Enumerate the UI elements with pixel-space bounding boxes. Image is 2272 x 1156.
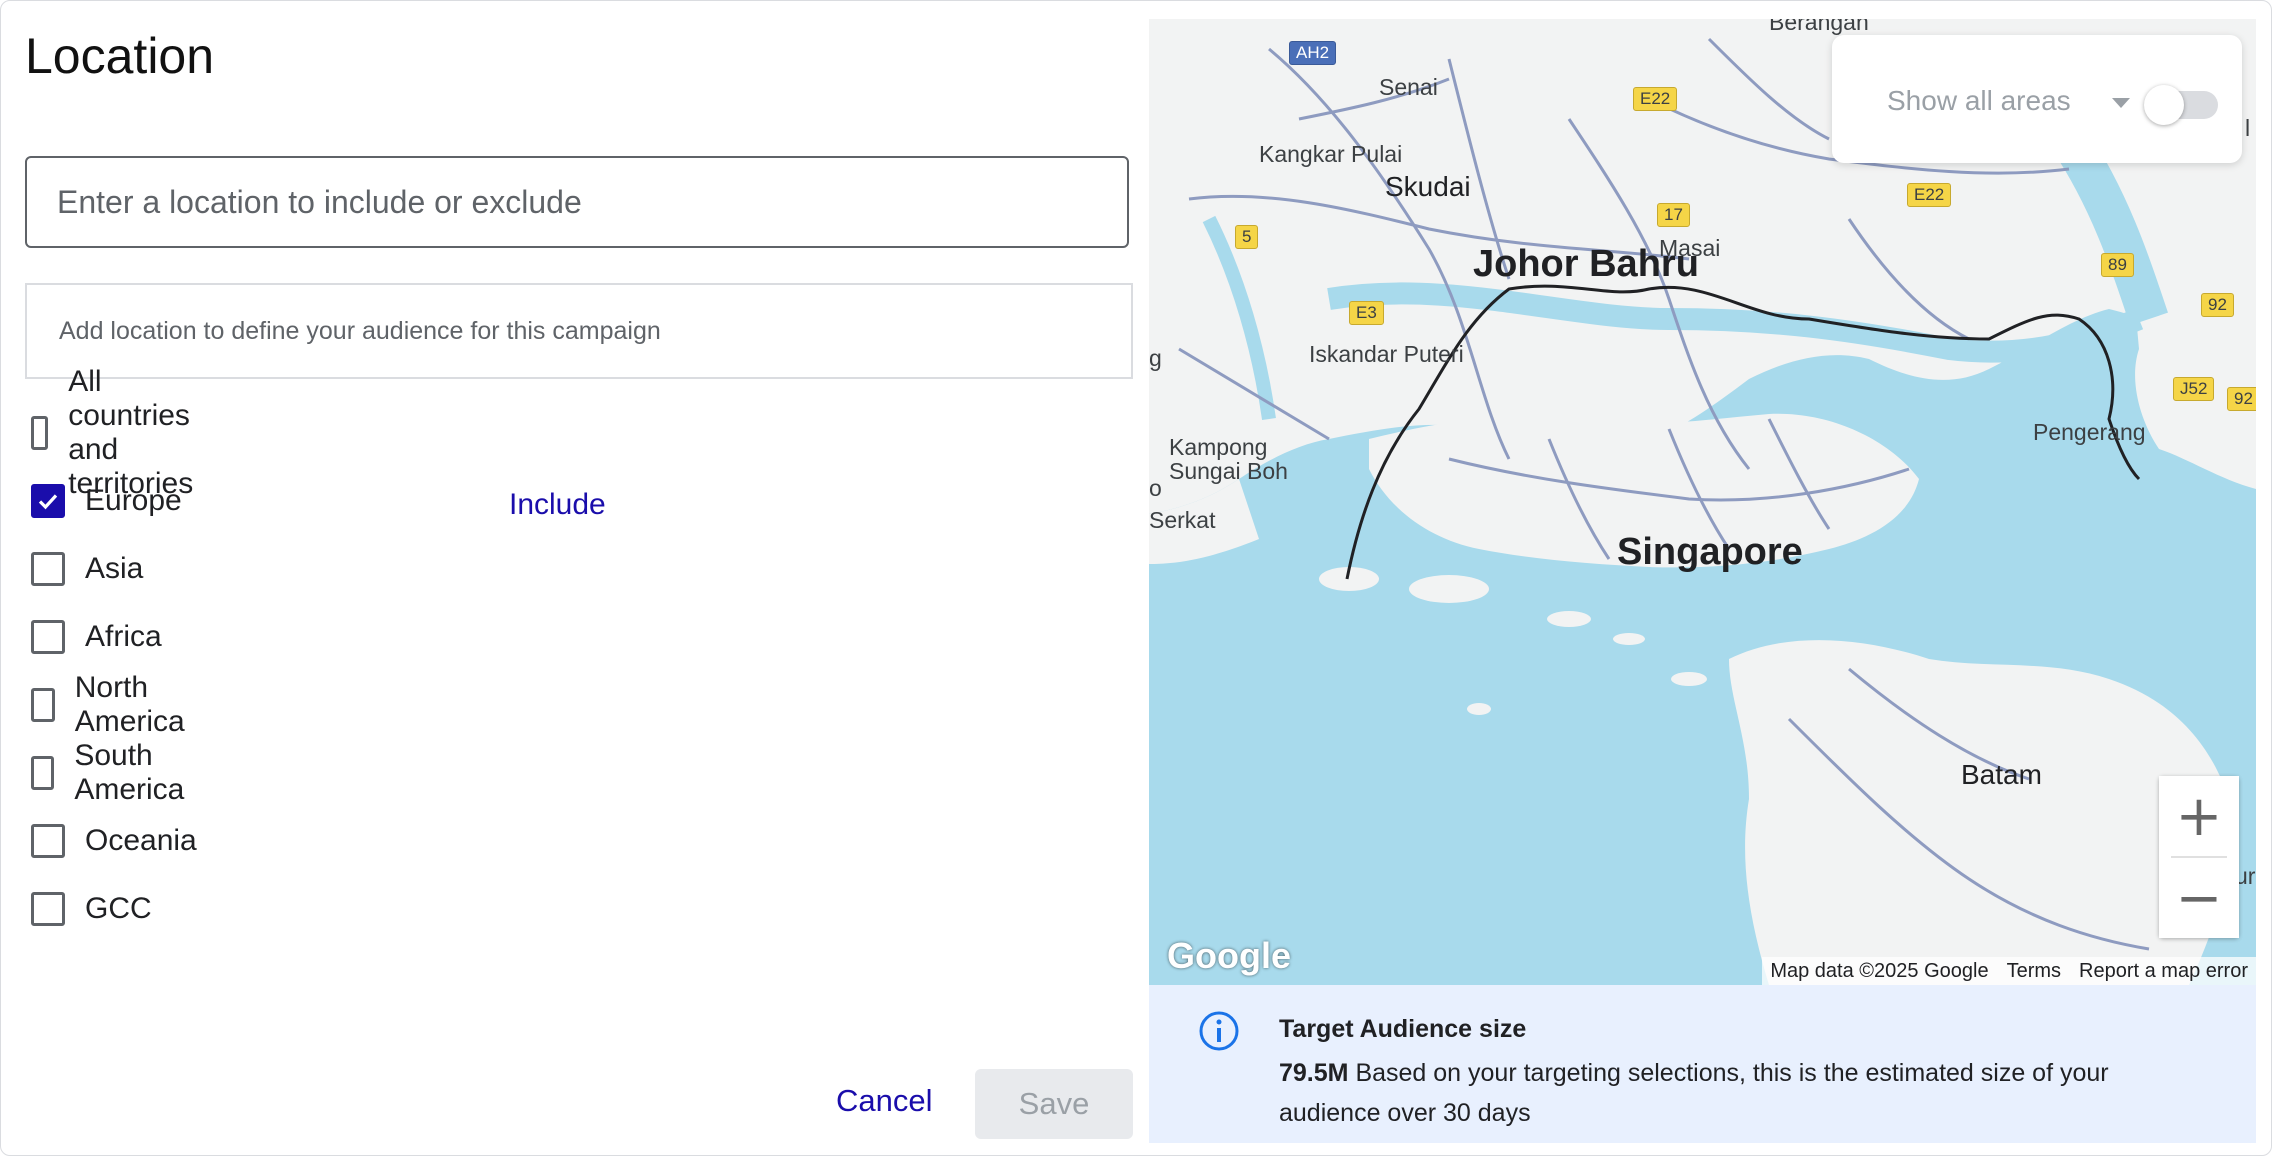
terms-link[interactable]: Terms — [2007, 960, 2061, 983]
location-hint-text: Add location to define your audience for… — [59, 316, 661, 345]
checkbox-checked[interactable] — [31, 484, 65, 518]
region-item-south-america[interactable]: South America — [31, 739, 195, 806]
include-status-link[interactable]: Include — [509, 488, 606, 522]
region-label: Africa — [85, 620, 162, 653]
checkbox[interactable] — [31, 892, 65, 926]
location-dialog: Location Add location to define your aud… — [0, 0, 2272, 1156]
show-areas-dropdown[interactable]: Show all areas — [1887, 85, 2071, 117]
checkbox[interactable] — [31, 416, 49, 450]
zoom-in-button[interactable]: + — [2159, 776, 2239, 856]
highway-shield: 92 — [2227, 387, 2256, 411]
audience-explanation: Based on your targeting selections, this… — [1279, 1059, 2109, 1127]
region-item-africa[interactable]: Africa — [31, 612, 162, 662]
map-label: Serkat — [1149, 507, 1216, 533]
audience-size-value: 79.5M — [1279, 1059, 1349, 1087]
zoom-out-button[interactable]: − — [2159, 858, 2239, 938]
highway-shield: 17 — [1657, 203, 1690, 227]
audience-title: Target Audience size — [1279, 1015, 1527, 1043]
island — [1547, 611, 1591, 627]
map-attribution: Map data ©2025 Google Terms Report a map… — [1762, 957, 2256, 985]
checkbox[interactable] — [31, 756, 55, 790]
map-label: Senai — [1379, 74, 1438, 100]
map-label: Iskandar Puteri — [1309, 341, 1464, 367]
checkbox[interactable] — [31, 620, 65, 654]
location-search-input[interactable] — [25, 156, 1129, 248]
cancel-button[interactable]: Cancel — [836, 1083, 933, 1119]
dialog-title: Location — [25, 28, 215, 84]
show-areas-panel: Show all areas — [1832, 35, 2242, 163]
highway-shield: 5 — [1235, 225, 1259, 249]
checkmark-icon — [38, 494, 58, 510]
region-item-all-countries[interactable]: All countries and territories — [31, 365, 210, 500]
map-label: Kampong Sungai Boh — [1169, 434, 1288, 484]
highway-shield: J52 — [2173, 377, 2215, 401]
region-label: North America — [74, 671, 185, 738]
highway-shield: 89 — [2101, 253, 2134, 277]
batam-island — [1729, 640, 2232, 985]
checkbox[interactable] — [31, 688, 55, 722]
map-label: Skudai — [1385, 171, 1471, 202]
map-label: Singapore — [1617, 531, 1803, 573]
region-label: GCC — [85, 892, 152, 925]
dropdown-caret-icon[interactable] — [2112, 98, 2130, 108]
region-item-asia[interactable]: Asia — [31, 544, 143, 594]
island — [1467, 703, 1491, 715]
map-label: g — [1149, 345, 1162, 371]
highway-shield: AH2 — [1289, 41, 1337, 65]
region-item-europe[interactable]: Europe — [31, 476, 182, 526]
map-data-credit: Map data ©2025 Google — [1770, 959, 1989, 982]
region-label: South America — [74, 739, 185, 806]
map-label: Batam — [1961, 759, 2042, 790]
region-label: Oceania — [85, 824, 197, 857]
checkbox[interactable] — [31, 552, 65, 586]
checkbox[interactable] — [31, 824, 65, 858]
map-label: o — [1149, 475, 1162, 501]
island — [1671, 672, 1707, 686]
zoom-controls: + − — [2159, 776, 2239, 938]
map-label: l — [2245, 115, 2251, 141]
region-label: Europe — [85, 484, 182, 517]
island — [1409, 575, 1489, 603]
save-button[interactable]: Save — [975, 1069, 1133, 1139]
report-map-error-link[interactable]: Report a map error — [2079, 960, 2248, 983]
highway-shield: E22 — [1907, 183, 1952, 207]
highway-shield: E3 — [1349, 301, 1384, 325]
map-label: Berangan — [1769, 19, 1869, 35]
highway-shield: E22 — [1633, 87, 1678, 111]
highway-shield: 92 — [2201, 293, 2234, 317]
region-label: Asia — [85, 552, 144, 585]
region-item-gcc[interactable]: GCC — [31, 884, 152, 934]
map-label: Pengerang — [2033, 419, 2146, 445]
map-label: Kangkar Pulai — [1259, 141, 1403, 167]
region-item-north-america[interactable]: North America — [31, 671, 195, 738]
map-view[interactable]: Berangan Senai Kangkar Pulai Skudai Masa… — [1149, 19, 2256, 985]
region-item-oceania[interactable]: Oceania — [31, 816, 197, 866]
toggle-knob[interactable] — [2144, 85, 2184, 125]
audience-description: 79.5M Based on your targeting selections… — [1279, 1053, 2109, 1133]
island — [1613, 633, 1645, 645]
info-icon — [1199, 1011, 1239, 1051]
map-label: Johor Bahru — [1473, 243, 1699, 285]
google-logo: Google — [1167, 935, 1291, 976]
audience-size-panel: Target Audience size 79.5M Based on your… — [1149, 985, 2256, 1143]
